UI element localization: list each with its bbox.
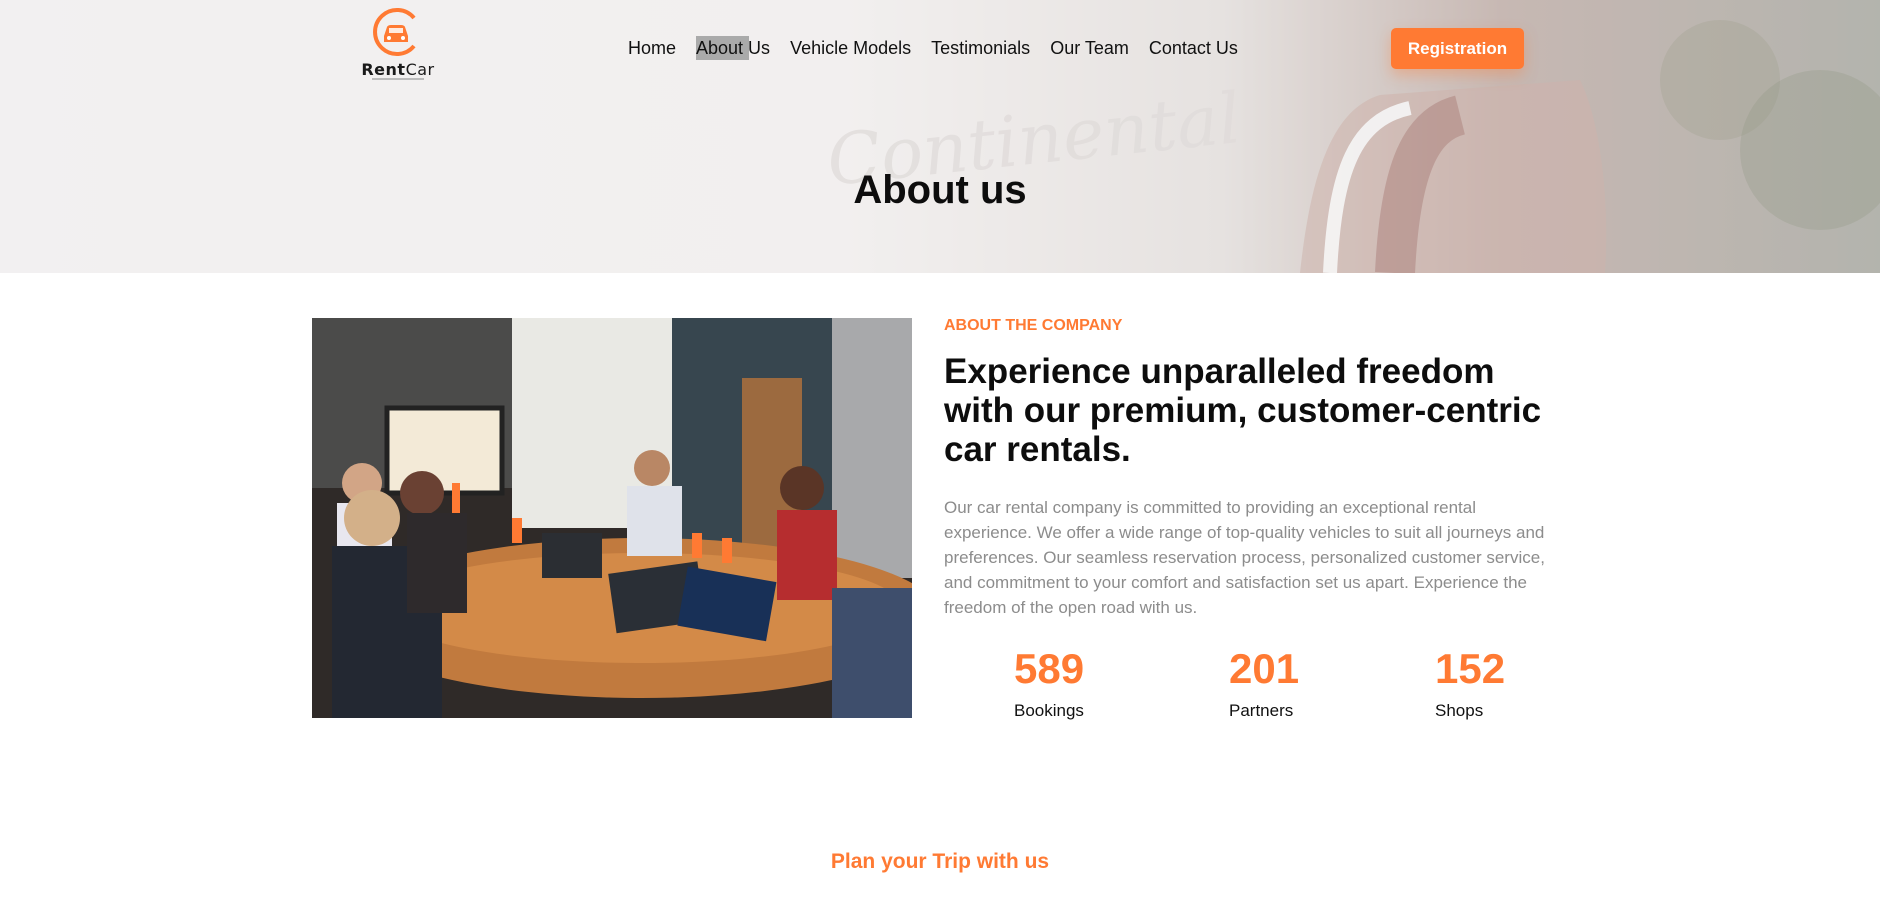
plan-trip-heading: Plan your Trip with us xyxy=(830,850,1050,873)
meeting-photo xyxy=(312,318,912,718)
nav-about-us[interactable]: About Us xyxy=(696,36,771,60)
stat-value: 152 xyxy=(1435,645,1506,692)
rentcar-logo[interactable]: RentCar xyxy=(358,4,438,82)
logo-tagline-line xyxy=(372,78,424,80)
logo-wordmark: RentCar xyxy=(361,60,435,79)
nav-home[interactable]: Home xyxy=(628,36,676,60)
stat-value: 589 xyxy=(1014,645,1085,692)
about-headline: Experience unparalleled freedom with our… xyxy=(944,352,1542,469)
stat-value: 201 xyxy=(1229,645,1300,692)
stat-shops: 152 Shops xyxy=(1435,645,1505,721)
nav-testimonials[interactable]: Testimonials xyxy=(931,36,1030,60)
nav-contact-us[interactable]: Contact Us xyxy=(1149,36,1238,60)
hero-banner: Continental RentCar Home About Us Vehicl… xyxy=(0,0,1880,273)
stat-bookings: 589 Bookings xyxy=(1014,645,1084,721)
about-description: Our car rental company is committed to p… xyxy=(944,498,1545,617)
registration-button[interactable]: Registration xyxy=(1391,28,1524,69)
stat-label: Shops xyxy=(1435,701,1484,720)
car-logo-icon xyxy=(373,8,416,56)
nav-our-team[interactable]: Our Team xyxy=(1050,36,1129,60)
section-kicker: ABOUT THE COMPANY xyxy=(944,317,1123,334)
nav-vehicle-models[interactable]: Vehicle Models xyxy=(790,36,911,60)
page-title: About us xyxy=(853,168,1027,212)
stat-label: Partners xyxy=(1229,701,1294,720)
stat-label: Bookings xyxy=(1014,701,1084,720)
stat-partners: 201 Partners xyxy=(1229,645,1299,721)
main-nav: Home About Us Vehicle Models Testimonial… xyxy=(628,36,1258,60)
